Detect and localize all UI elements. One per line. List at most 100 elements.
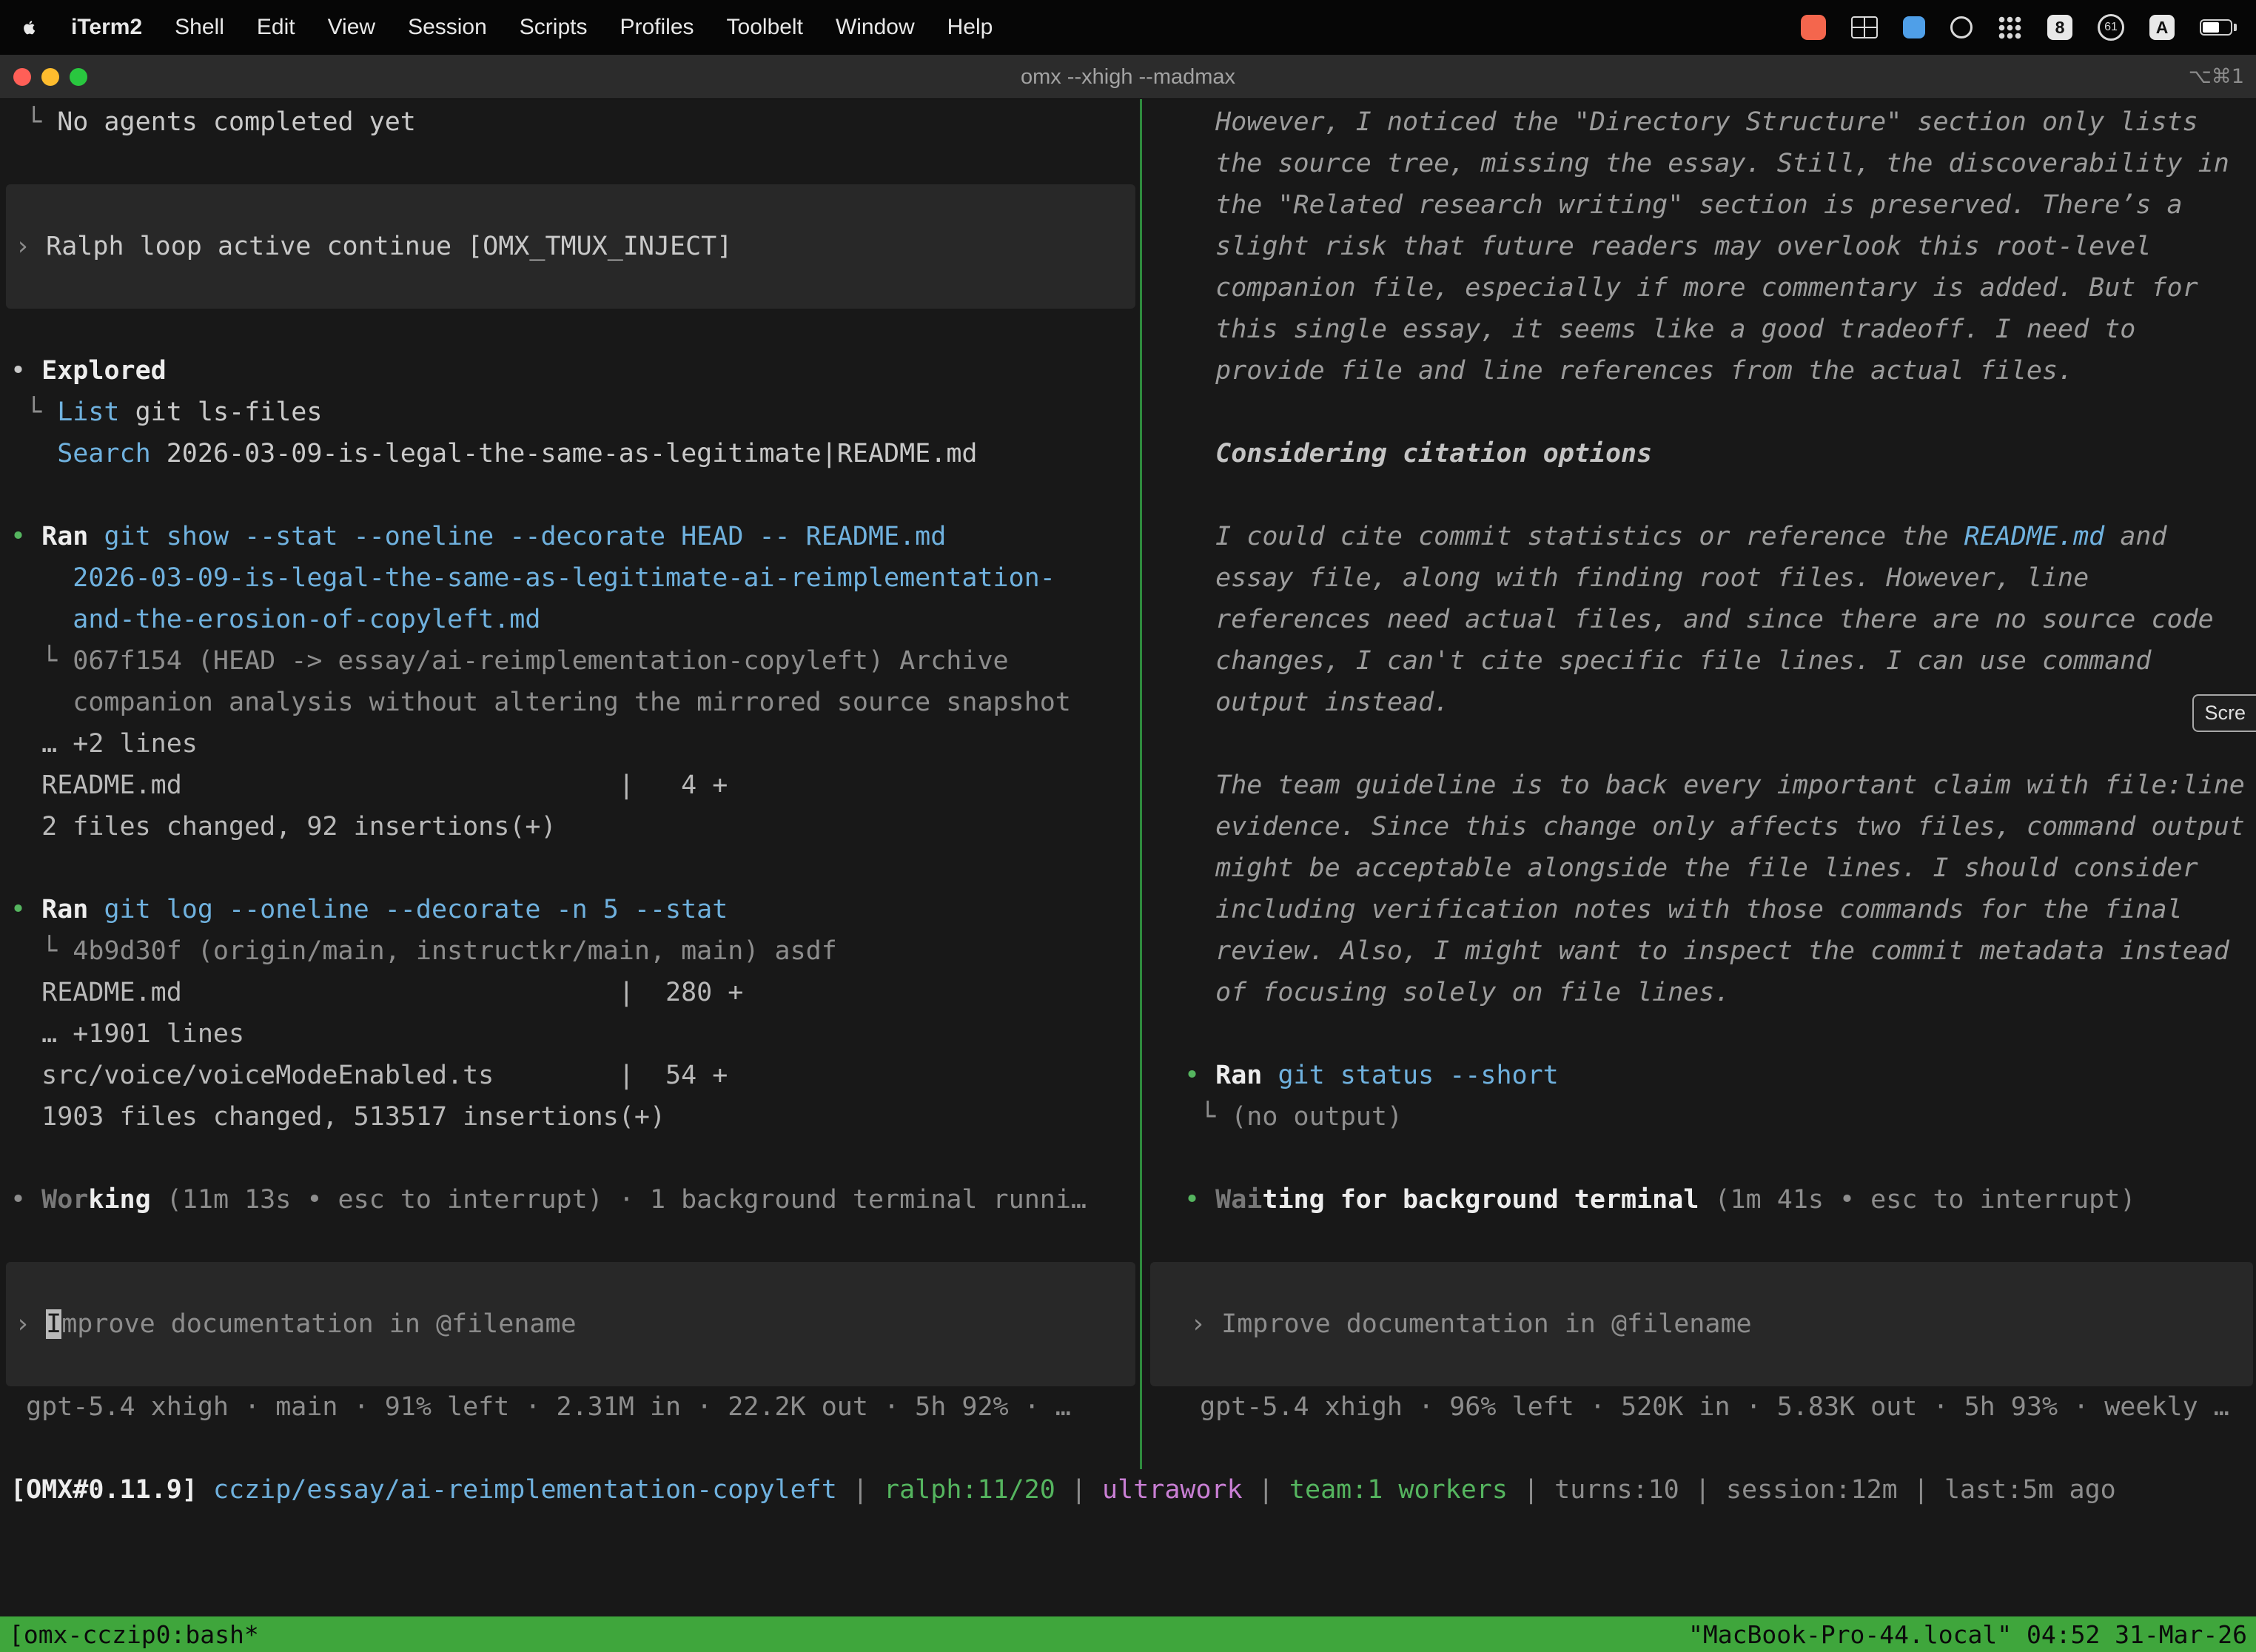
key-8-icon[interactable]: 8 [2047,15,2072,40]
terminal-row: └ 4b9d30f (origin/main, instructkr/main,… [10,930,1140,972]
terminal-row: • Ran git status --short [1184,1055,2256,1096]
terminal-row: • Explored [10,350,1140,392]
text-segment: README.md [1964,522,2105,551]
text-segment: The team guideline is to back every impo… [1184,770,2245,800]
terminal-row: provide file and line references from th… [1184,350,2256,392]
text-segment: 1903 files changed, 513517 insertions(+) [10,1102,665,1132]
text-segment: slight risk that future readers may over… [1184,232,2151,261]
text-segment: ting for background terminal [1262,1185,1699,1215]
text-segment: Ran [1215,1061,1262,1090]
text-segment: Ran [41,895,88,924]
text-segment: git log --oneline --decorate -n 5 --stat [88,895,728,924]
window-title-bar[interactable]: omx --xhigh --madmax ⌥⌘1 [0,55,2256,99]
terminal-row: of focusing solely on file lines. [1184,972,2256,1013]
terminal-pane-left[interactable]: └ No agents completed yet› Ralph loop ac… [0,99,1140,1428]
menu-session[interactable]: Session [408,15,487,40]
menu-view[interactable]: View [328,15,375,40]
text-segment: 2026-03-09-is-legal-the-same-as-legitima… [10,563,1055,593]
ralph-loop-banner: › Ralph loop active continue [OMX_TMUX_I… [6,184,1135,309]
menu-profiles[interactable]: Profiles [620,15,694,40]
iterm2-window: iTerm2 Shell Edit View Session Scripts Profile… [0,0,2256,1652]
text-segment: git ls-files [120,397,323,427]
terminal-row: this single essay, it seems like a good … [1184,309,2256,350]
screen-recording-indicator-icon[interactable] [1801,15,1826,40]
text-segment: and [2104,522,2166,551]
text-segment: turns:10 [1554,1475,1679,1505]
text-segment: including verification notes with those … [1184,895,2183,924]
apple-menu-icon[interactable] [19,16,38,38]
battery-body [2200,19,2232,36]
text-segment: mprove documentation in @filename [61,1309,576,1339]
text-segment: last:5m ago [1944,1475,2116,1505]
text-segment: However, I noticed the "Directory Struct… [1184,107,2198,137]
circle-app-icon[interactable] [1950,16,1973,38]
blank-row [1184,723,2256,765]
text-segment: this single essay, it seems like a good … [1184,315,2135,344]
input-source-icon[interactable]: A [2149,15,2175,40]
text-segment: git show --stat --oneline --decorate HEA… [88,522,946,551]
terminal-row: … +2 lines [10,723,1140,765]
menu-scripts[interactable]: Scripts [520,15,588,40]
terminal-row: and-the-erosion-of-copyleft.md [10,599,1140,640]
tmux-session-info: [omx-cczip0:bash* [9,1620,259,1649]
terminal-row: 2 files changed, 92 insertions(+) [10,806,1140,847]
waiting-status-line: • Waiting for background terminal (1m 41… [1184,1179,2256,1220]
pane-divider[interactable] [1140,99,1142,1469]
text-segment: | [1508,1475,1554,1505]
omx-status-line: [OMX#0.11.9] cczip/essay/ai-reimplementa… [10,1469,2256,1511]
terminal-row: • Ran git log --oneline --decorate -n 5 … [10,889,1140,930]
text-segment: List [57,397,119,427]
text-segment: the "Related research writing" section i… [1184,190,2183,220]
window-shortcut-indicator: ⌥⌘1 [2189,55,2244,99]
text-segment: | [1898,1475,1944,1505]
text-segment: • [10,356,41,386]
text-segment: Considering citation options [1184,439,1652,469]
blank-row [1184,1013,2256,1055]
text-segment: README.md | 280 + [10,978,743,1007]
text-segment: I could cite commit statistics or refere… [1184,522,1964,551]
terminal-row: › Improve documentation in @filename [15,1303,577,1345]
screen-overlay-clipped: Scre [2192,694,2256,732]
text-segment: Explored [41,356,167,386]
text-segment: ultrawork [1102,1475,1243,1505]
text-segment: | [1055,1475,1102,1505]
battery-percent-badge-icon[interactable]: 61 [2098,14,2124,41]
menu-edit[interactable]: Edit [257,15,295,40]
terminal-row: Search 2026-03-09-is-legal-the-same-as-l… [10,433,1140,474]
composer-input[interactable]: › Improve documentation in @filename [1150,1262,2253,1386]
grid-app-icon[interactable] [1851,16,1878,38]
text-segment: 2026-03-09-is-legal-the-same-as-legitima… [151,439,978,469]
terminal-row: essay file, along with finding root file… [1184,557,2256,599]
dots-grid-icon[interactable] [1998,16,2022,40]
text-segment: companion analysis without altering the … [10,688,1071,717]
blank-row [1184,1220,2256,1262]
composer-input[interactable]: › Improve documentation in @filename [6,1262,1135,1386]
terminal-pane-right[interactable]: However, I noticed the "Directory Struct… [1144,99,2256,1428]
text-segment: [OMX#0.11.9] [10,1475,213,1505]
session-stats-line: gpt-5.4 xhigh · main · 91% left · 2.31M … [10,1386,1140,1428]
text-segment: gpt-5.4 xhigh · 96% left · 520K in · 5.8… [1184,1392,2229,1422]
text-segment: Ran [41,522,88,551]
text-segment: (11m 13s • esc to interrupt) · 1 backgro… [151,1185,1087,1215]
blue-app-icon[interactable] [1903,16,1925,38]
terminal-row: › Improve documentation in @filename [1190,1303,1752,1345]
text-segment: src/voice/voiceModeEnabled.ts | 54 + [10,1061,728,1090]
text-segment: (1m 41s • esc to interrupt) [1699,1185,2135,1215]
menu-shell[interactable]: Shell [175,15,224,40]
text-segment: └ 4b9d30f (origin/main, instructkr/main,… [10,936,837,966]
terminal-row: 1903 files changed, 513517 insertions(+) [10,1096,1140,1138]
text-segment: • [1184,1061,1215,1090]
terminal-row: evidence. Since this change only affects… [1184,806,2256,847]
text-segment: gpt-5.4 xhigh · main · 91% left · 2.31M … [10,1392,1071,1422]
menu-toolbelt[interactable]: Toolbelt [727,15,803,40]
battery-icon[interactable] [2200,19,2237,36]
terminal-row: slight risk that future readers may over… [1184,226,2256,267]
menu-help[interactable]: Help [947,15,993,40]
terminal-row: might be acceptable alongside the file l… [1184,847,2256,889]
menu-window[interactable]: Window [836,15,915,40]
terminal-row: output instead. [1184,682,2256,723]
text-segment: review. Also, I might want to inspect th… [1184,936,2229,966]
terminal-row: review. Also, I might want to inspect th… [1184,930,2256,972]
menu-iterm2[interactable]: iTerm2 [71,15,142,40]
text-segment: • [10,522,41,551]
